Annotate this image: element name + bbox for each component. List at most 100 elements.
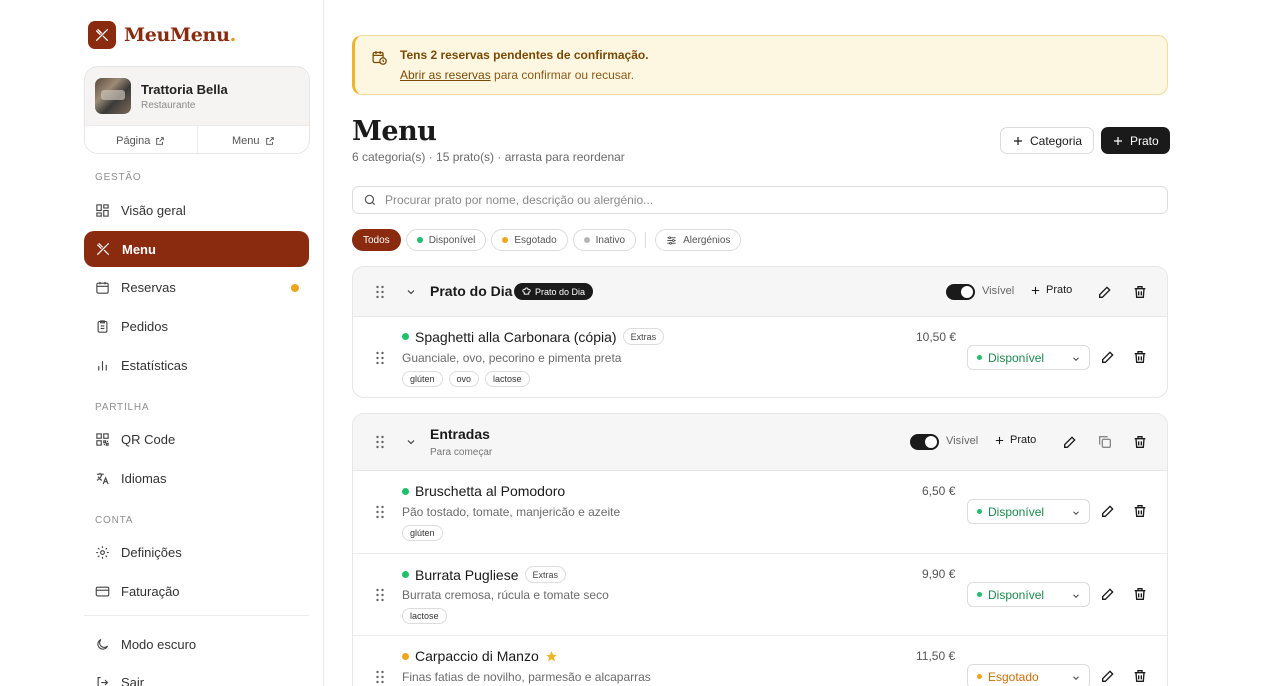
sidebar-item-pedidos[interactable]: Pedidos bbox=[84, 308, 309, 344]
category-title: Prato do Dia bbox=[430, 283, 513, 299]
restaurant-name: Trattoria Bella bbox=[141, 81, 228, 97]
dish-row[interactable]: Spaghetti alla Carbonara (cópia) Extras … bbox=[353, 317, 1167, 397]
public-page-link[interactable]: Página bbox=[85, 126, 197, 153]
status-dot bbox=[977, 355, 982, 360]
trash-icon[interactable] bbox=[1132, 503, 1148, 519]
status-dot bbox=[402, 652, 409, 660]
sidebar-item-label: Menu bbox=[122, 241, 156, 257]
logout-icon bbox=[97, 676, 109, 686]
external-link-icon bbox=[156, 136, 165, 145]
brand[interactable]: MeuMenu. bbox=[88, 21, 236, 49]
dish-price: 6,50 € bbox=[922, 484, 956, 498]
allergen-tags: glúten bbox=[402, 525, 443, 541]
filter-label: Disponível bbox=[428, 234, 476, 246]
sidebar-item-idiomas[interactable]: Idiomas bbox=[84, 460, 309, 496]
trash-icon[interactable] bbox=[1132, 349, 1148, 365]
drag-handle-icon[interactable] bbox=[375, 670, 385, 684]
trash-icon[interactable] bbox=[1132, 668, 1148, 684]
chevron-down-icon[interactable] bbox=[405, 286, 417, 298]
filter-available[interactable]: Disponível bbox=[405, 229, 487, 251]
sidebar-item-label: QR Code bbox=[121, 431, 176, 447]
drag-handle-icon[interactable] bbox=[375, 351, 385, 365]
status-dot bbox=[402, 333, 409, 340]
pending-reservations-alert: Tens 2 reservas pendentes de confirmação… bbox=[352, 35, 1168, 95]
link-label: Página bbox=[116, 134, 151, 147]
external-link-icon bbox=[265, 136, 274, 145]
link-label: Menu bbox=[231, 134, 260, 147]
star-icon bbox=[545, 650, 557, 661]
status-dot bbox=[402, 487, 409, 495]
grid-icon bbox=[96, 203, 109, 217]
sidebar-item-overview[interactable]: Visão geral bbox=[84, 192, 309, 228]
status-select[interactable]: Disponível bbox=[967, 499, 1090, 524]
utensils-icon bbox=[97, 243, 109, 255]
sidebar-item-label: Estatísticas bbox=[121, 357, 188, 373]
button-label: Prato bbox=[1010, 434, 1037, 446]
sidebar-item-label: Reservas bbox=[121, 279, 176, 295]
drag-handle-icon[interactable] bbox=[375, 505, 385, 519]
sidebar-item-faturacao[interactable]: Faturação bbox=[84, 573, 309, 609]
status-select[interactable]: Disponível bbox=[967, 582, 1090, 607]
filter-all[interactable]: Todos bbox=[352, 229, 401, 251]
add-category-button[interactable]: Categoria bbox=[1000, 127, 1095, 154]
filter-allergens[interactable]: Alergénios bbox=[655, 229, 742, 251]
sidebar-item-label: Pedidos bbox=[121, 318, 168, 334]
add-dish-to-category-button[interactable]: Prato bbox=[1030, 284, 1072, 296]
category-header: Entradas Para começar Visível Prato bbox=[353, 414, 1167, 471]
pencil-icon[interactable] bbox=[1062, 434, 1078, 450]
visibility-toggle[interactable] bbox=[910, 434, 939, 450]
pencil-icon[interactable] bbox=[1100, 349, 1116, 365]
plus-icon bbox=[1031, 286, 1040, 294]
dish-name: Spaghetti alla Carbonara (cópia) bbox=[415, 328, 617, 345]
sidebar-item-definicoes[interactable]: Definições bbox=[84, 534, 309, 570]
visibility-toggle[interactable] bbox=[946, 284, 975, 300]
add-dish-to-category-button[interactable]: Prato bbox=[994, 434, 1036, 446]
translate-icon bbox=[96, 472, 109, 484]
status-dot bbox=[977, 674, 982, 679]
dish-row[interactable]: Bruschetta al Pomodoro Pão tostado, toma… bbox=[353, 471, 1167, 553]
search-input[interactable] bbox=[385, 193, 1145, 207]
trash-icon[interactable] bbox=[1132, 586, 1148, 602]
drag-handle-icon[interactable] bbox=[375, 435, 385, 449]
sidebar-item-label: Visão geral bbox=[121, 202, 186, 218]
badge-label: Prato do Dia bbox=[535, 286, 586, 297]
pencil-icon[interactable] bbox=[1100, 668, 1116, 684]
trash-icon[interactable] bbox=[1132, 284, 1148, 300]
drag-handle-icon[interactable] bbox=[375, 588, 385, 602]
pencil-icon[interactable] bbox=[1100, 503, 1116, 519]
visibility-label: Visível bbox=[982, 285, 1015, 297]
dish-row[interactable]: Carpaccio di Manzo Finas fatias de novil… bbox=[353, 635, 1167, 686]
restaurant-card: Trattoria Bella Restaurante Página Menu bbox=[84, 66, 310, 154]
copy-icon[interactable] bbox=[1097, 434, 1113, 450]
divider bbox=[84, 615, 309, 616]
category-card: Prato do Dia Prato do Dia Visível Prato … bbox=[352, 266, 1168, 398]
allergen-tag: lactose bbox=[402, 608, 447, 624]
dish-row[interactable]: Burrata Pugliese Extras Burrata cremosa,… bbox=[353, 553, 1167, 635]
utensils-icon bbox=[88, 21, 116, 49]
chevron-down-icon bbox=[1073, 511, 1079, 515]
drag-handle-icon[interactable] bbox=[375, 285, 385, 299]
status-select[interactable]: Disponível bbox=[967, 345, 1090, 370]
open-reservations-link[interactable]: Abrir as reservas bbox=[400, 68, 491, 82]
search-bar bbox=[352, 186, 1168, 214]
sidebar: MeuMenu. Trattoria Bella Restaurante Pág… bbox=[0, 0, 324, 686]
filter-inactive[interactable]: Inativo bbox=[572, 229, 637, 251]
sidebar-item-menu[interactable]: Menu bbox=[84, 231, 309, 267]
sidebar-item-reservas[interactable]: Reservas bbox=[84, 269, 309, 305]
chevron-down-icon[interactable] bbox=[405, 436, 417, 448]
sidebar-item-estatisticas[interactable]: Estatísticas bbox=[84, 347, 309, 383]
pencil-icon[interactable] bbox=[1097, 284, 1113, 300]
trash-icon[interactable] bbox=[1132, 434, 1148, 450]
logout-button[interactable]: Sair bbox=[84, 664, 309, 686]
filter-sold-out[interactable]: Esgotado bbox=[491, 229, 568, 251]
category-header: Prato do Dia Prato do Dia Visível Prato bbox=[353, 267, 1167, 317]
dark-mode-toggle[interactable]: Modo escuro bbox=[84, 626, 309, 662]
sidebar-item-qrcode[interactable]: QR Code bbox=[84, 421, 309, 457]
chevron-down-icon bbox=[1073, 357, 1079, 361]
public-menu-link[interactable]: Menu bbox=[196, 126, 310, 153]
status-select[interactable]: Esgotado bbox=[967, 664, 1090, 686]
allergen-tag: glúten bbox=[402, 525, 443, 541]
dish-description: Finas fatias de novilho, parmesão e alca… bbox=[402, 670, 651, 684]
add-dish-button[interactable]: Prato bbox=[1101, 127, 1170, 154]
pencil-icon[interactable] bbox=[1100, 586, 1116, 602]
